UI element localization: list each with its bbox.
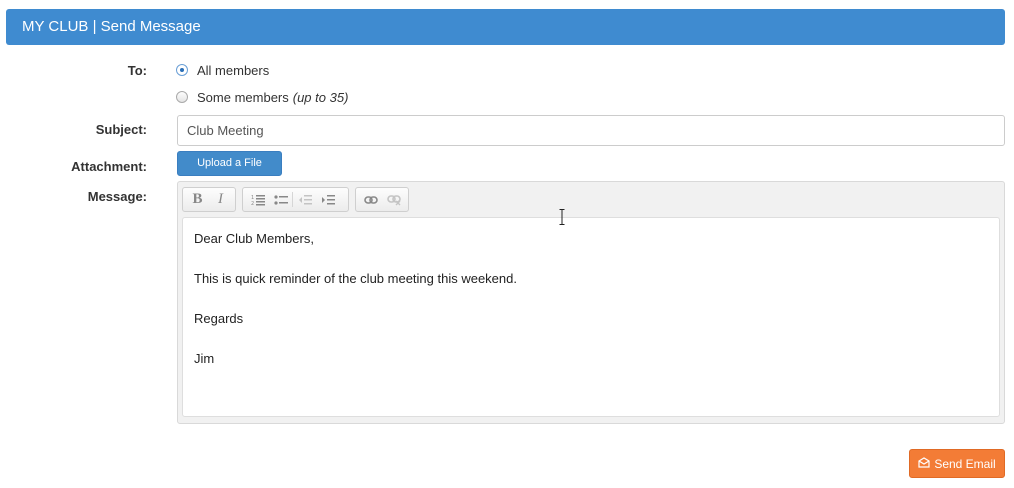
toolbar-format-group: B I xyxy=(182,187,236,212)
message-editor: B I 12 Dear Club Members, This is quick … xyxy=(177,181,1005,424)
message-line: Jim xyxy=(194,351,215,366)
bold-icon[interactable]: B xyxy=(186,188,209,211)
subject-input[interactable] xyxy=(177,115,1005,146)
subject-label: Subject: xyxy=(95,122,147,137)
svg-text:2: 2 xyxy=(251,201,254,206)
radio-some-members-control[interactable] xyxy=(176,91,188,103)
page-title: MY CLUB | Send Message xyxy=(22,18,201,35)
send-email-label: Send Email xyxy=(934,456,996,471)
radio-all-members-label: All members xyxy=(197,62,270,78)
text-cursor-icon xyxy=(559,209,565,225)
radio-some-members-hint: (up to 35) xyxy=(292,89,349,105)
toolbar-list-group: 12 xyxy=(242,187,349,212)
message-label: Message: xyxy=(87,189,147,204)
italic-icon[interactable]: I xyxy=(209,188,232,211)
toolbar-link-group xyxy=(355,187,409,212)
bullet-list-icon[interactable] xyxy=(269,188,292,211)
indent-icon[interactable] xyxy=(316,188,339,211)
to-label: To: xyxy=(127,63,147,78)
message-line: Regards xyxy=(194,311,244,326)
upload-file-button[interactable]: Upload a File xyxy=(177,151,282,176)
radio-all-members[interactable]: All members xyxy=(176,62,269,78)
page-header: MY CLUB | Send Message xyxy=(6,9,1005,45)
radio-some-members[interactable]: Some members (up to 35) xyxy=(176,89,348,105)
unlink-icon[interactable] xyxy=(382,188,405,211)
message-line: This is quick reminder of the club meeti… xyxy=(194,271,517,286)
radio-some-members-label: Some members xyxy=(197,89,289,105)
message-body[interactable]: Dear Club Members, This is quick reminde… xyxy=(182,217,1000,417)
outdent-icon[interactable] xyxy=(293,188,316,211)
message-line: Dear Club Members, xyxy=(194,231,314,246)
envelope-icon xyxy=(918,456,930,471)
attachment-label: Attachment: xyxy=(71,159,147,174)
send-email-button[interactable]: Send Email xyxy=(909,449,1005,478)
numbered-list-icon[interactable]: 12 xyxy=(246,188,269,211)
link-icon[interactable] xyxy=(359,188,382,211)
radio-all-members-control[interactable] xyxy=(176,64,188,76)
